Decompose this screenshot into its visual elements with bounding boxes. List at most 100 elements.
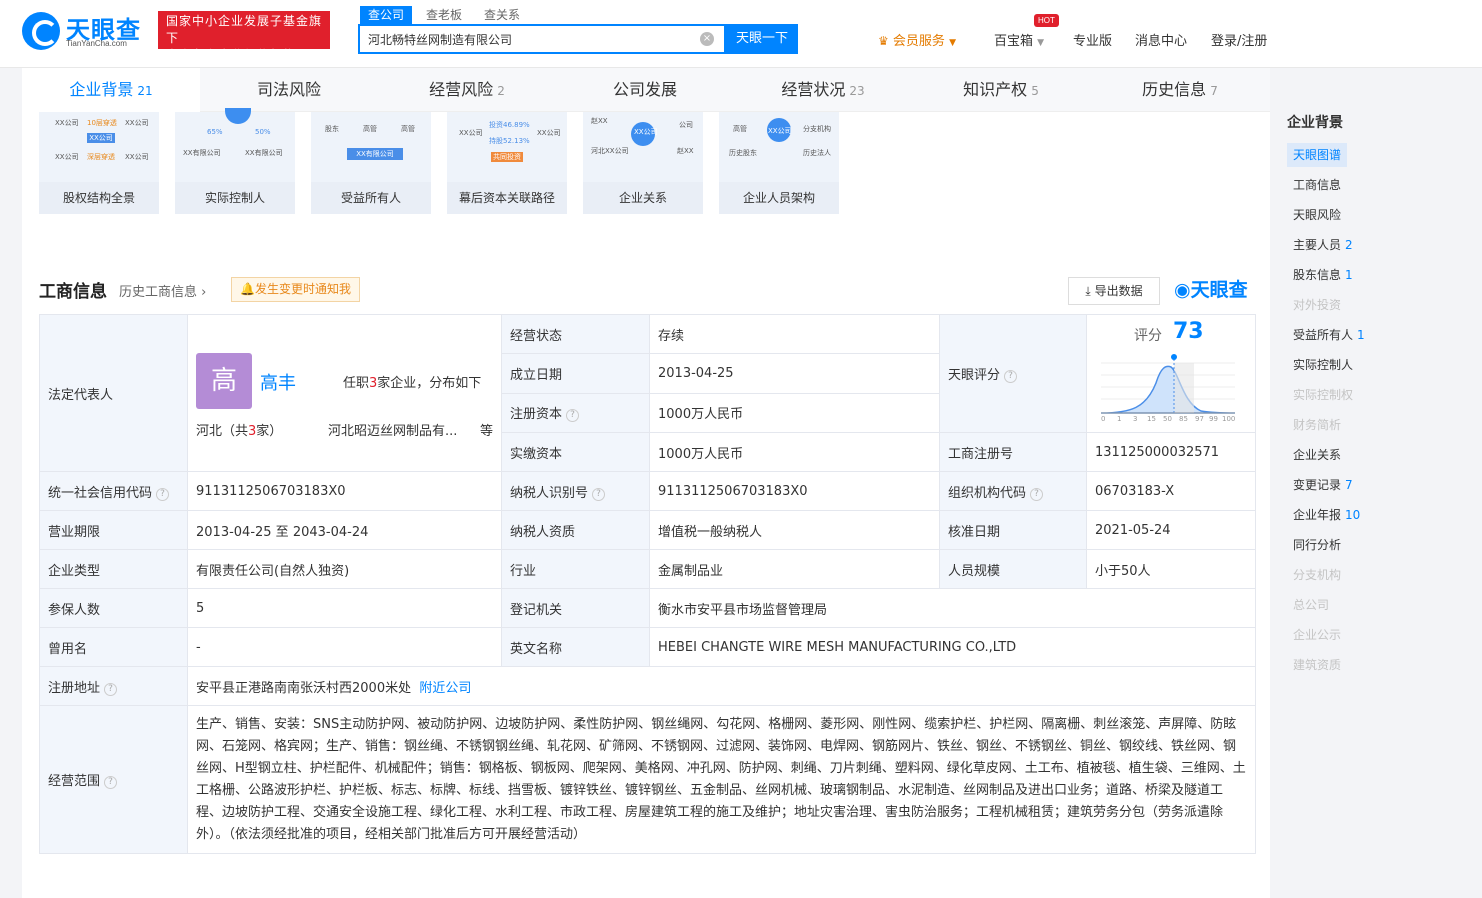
tab-enterprise-background[interactable]: 企业背景 21 (22, 68, 200, 112)
graph-card-enterprise-relation[interactable]: XX公司 公司 河北XX公司 赵XX 赵XX 企业关系 (583, 112, 703, 214)
tianyancha-brand: ◉天眼查 (1174, 275, 1248, 302)
company-type-label: 企业类型 (39, 549, 188, 589)
sidebar-item-label: 建筑资质 (1293, 658, 1342, 672)
brand-text: 天眼查 (1190, 279, 1248, 301)
search-tab-relation[interactable]: 查关系 (476, 6, 528, 24)
sidebar-item[interactable]: 受益所有人 1 (1287, 323, 1371, 347)
sidebar-item: 建筑资质 (1287, 653, 1347, 677)
axis-tick: 99 (1209, 415, 1218, 423)
score-value: 73 (1173, 319, 1204, 344)
sidebar-item[interactable]: 实际控制人 (1287, 353, 1359, 377)
graph-card-capital-path[interactable]: 投资46.89% XX公司 XX公司 持股52.13% 共同投资 幕后资本关联路… (447, 112, 567, 214)
graph-card-equity-structure[interactable]: XX公司 10层穿透 XX公司 XX公司 XX公司 深层穿透 XX公司 股权结构… (39, 112, 159, 214)
pro-version-link[interactable]: 专业版 (1073, 30, 1112, 49)
help-icon[interactable]: ? (566, 409, 580, 423)
avatar[interactable]: 高 (196, 353, 252, 409)
sidebar-item-count: 7 (1345, 478, 1353, 492)
login-register-link[interactable]: 登录/注册 (1211, 30, 1267, 49)
caret-down-icon: ▼ (949, 38, 956, 48)
thumb-text: 赵XX (677, 147, 694, 155)
help-icon[interactable]: ? (592, 487, 606, 501)
notify-change-button[interactable]: 🔔发生变更时通知我 (231, 277, 360, 302)
message-center-link[interactable]: 消息中心 (1135, 30, 1187, 49)
credit-code-label: 统一社会信用代码 (48, 485, 153, 501)
graph-card-personnel[interactable]: 高管 XX公司 分支机构 历史股东 历史法人 企业人员架构 (719, 112, 839, 214)
search-input[interactable] (360, 26, 690, 52)
link-label: 历史工商信息 (119, 285, 198, 300)
graph-card-actual-controller[interactable]: 65% 50% XX有限公司 XX有限公司 实际控制人 (175, 108, 295, 214)
graph-card-beneficial-owner[interactable]: 股东 高管 高管 XX有限公司 受益所有人 (311, 112, 431, 214)
sidebar-item-label: 天眼图谱 (1293, 148, 1342, 162)
sidebar-item-label: 分支机构 (1293, 568, 1342, 582)
sidebar-item-label: 主要人员 (1293, 238, 1342, 252)
legal-rep-cell: 高 高丰 任职3家企业，分布如下 河北（共3家） 河北昭迈丝网制品有... 等 (187, 314, 502, 472)
sidebar-item: 对外投资 (1287, 293, 1347, 317)
official-badge: 国家中小企业发展子基金旗下 官方备案企业征信机构 (158, 11, 330, 62)
tianyancha-logo[interactable]: 天眼查 TianYanCha.com (22, 10, 152, 50)
help-icon[interactable]: ? (1004, 370, 1018, 383)
sidebar-item[interactable]: 工商信息 (1287, 173, 1347, 197)
sidebar-item[interactable]: 企业年报 10 (1287, 503, 1366, 527)
sidebar-item[interactable]: 天眼图谱 (1287, 143, 1348, 167)
org-code-label: 组织机构代码 (948, 485, 1027, 501)
legal-rep-name[interactable]: 高丰 (260, 369, 296, 395)
help-icon[interactable]: ? (1030, 487, 1044, 501)
sidebar-item-label: 企业关系 (1293, 448, 1342, 462)
search-tab-company[interactable]: 查公司 (360, 6, 413, 24)
legal-rep-positions[interactable]: 任职3家企业，分布如下 (343, 372, 481, 391)
axis-tick: 50 (1163, 415, 1172, 423)
sidebar-item[interactable]: 同行分析 (1287, 533, 1347, 557)
history-business-info-link[interactable]: 历史工商信息 › (119, 281, 206, 300)
sidebar-item[interactable]: 股东信息 1 (1287, 263, 1359, 287)
thumb-text: 历史股东 (729, 149, 757, 157)
paid-capital-value: 1000万人民币 (649, 432, 940, 472)
business-scope-label: 经营范围 (48, 774, 101, 789)
equity-thumb: XX公司 10层穿透 XX公司 XX公司 XX公司 深层穿透 XX公司 (47, 116, 151, 176)
thumb-text: XX公司 (459, 129, 483, 137)
nearby-companies-link[interactable]: 附近公司 (419, 681, 471, 696)
industry-value: 金属制品业 (649, 549, 940, 589)
score-axis: 0 1 3 15 50 85 97 99 100 (1101, 415, 1235, 425)
related-company[interactable]: 河北昭迈丝网制品有... (328, 420, 457, 439)
search-tab-boss[interactable]: 查老板 (418, 6, 470, 24)
axis-tick: 0 (1101, 415, 1106, 423)
reg-number-label: 工商注册号 (939, 432, 1087, 472)
sidebar-item-label: 对外投资 (1293, 298, 1342, 312)
tab-history-info[interactable]: 历史信息 7 (1090, 68, 1270, 112)
tab-label: 经营状况 (781, 80, 846, 99)
sidebar-item[interactable]: 主要人员 2 (1287, 233, 1359, 257)
section-title: 工商信息 (39, 282, 107, 302)
help-icon[interactable]: ? (104, 682, 118, 696)
credit-code-value: 9113112506703183X0 (187, 471, 502, 511)
help-icon[interactable]: ? (104, 776, 118, 789)
sidebar-item[interactable]: 变更记录 7 (1287, 473, 1359, 497)
badge-line1: 国家中小企业发展子基金旗下 (166, 14, 323, 45)
sidebar-item-count: 1 (1357, 328, 1365, 342)
thumb-text: XX公司 (537, 129, 561, 137)
sidebar-item-count: 10 (1345, 508, 1361, 522)
reg-capital-label: 注册资本 (510, 407, 563, 423)
org-code-value: 06703183-X (1086, 471, 1256, 511)
company-type-value: 有限责任公司(自然人独资) (187, 549, 502, 589)
tab-judicial-risk[interactable]: 司法风险 (200, 68, 378, 112)
etc-text: 等 (480, 424, 494, 439)
clear-icon[interactable]: × (700, 32, 714, 46)
export-data-button[interactable]: ⤓ 导出数据 (1068, 277, 1160, 305)
text: 家企业，分布如下 (377, 376, 482, 391)
industry-label: 行业 (501, 549, 650, 589)
business-scope-value: 生产、销售、安装：SNS主动防护网、被动防护网、边坡防护网、柔性防护网、钢丝绳网… (187, 705, 1256, 854)
org-code-label-cell: 组织机构代码? (939, 471, 1087, 511)
search-button[interactable]: 天眼一下 (726, 24, 798, 54)
help-icon[interactable]: ? (156, 487, 170, 501)
tab-operation-risk[interactable]: 经营风险 2 (378, 68, 556, 112)
score-label-cell: 天眼评分? (939, 314, 1087, 433)
approval-date-label: 核准日期 (939, 510, 1087, 550)
sidebar-item[interactable]: 天眼风险 (1287, 203, 1347, 227)
vip-service-menu[interactable]: ♛ 会员服务 ▼ (878, 30, 956, 49)
tab-company-development[interactable]: 公司发展 (556, 68, 734, 112)
toolbox-menu[interactable]: 百宝箱 ▼ (994, 30, 1044, 49)
tab-intellectual-property[interactable]: 知识产权 5 (912, 68, 1090, 112)
sidebar-item[interactable]: 企业关系 (1287, 443, 1347, 467)
tab-operation-status[interactable]: 经营状况 23 (734, 68, 912, 112)
sidebar-item-label: 财务简析 (1293, 418, 1342, 432)
